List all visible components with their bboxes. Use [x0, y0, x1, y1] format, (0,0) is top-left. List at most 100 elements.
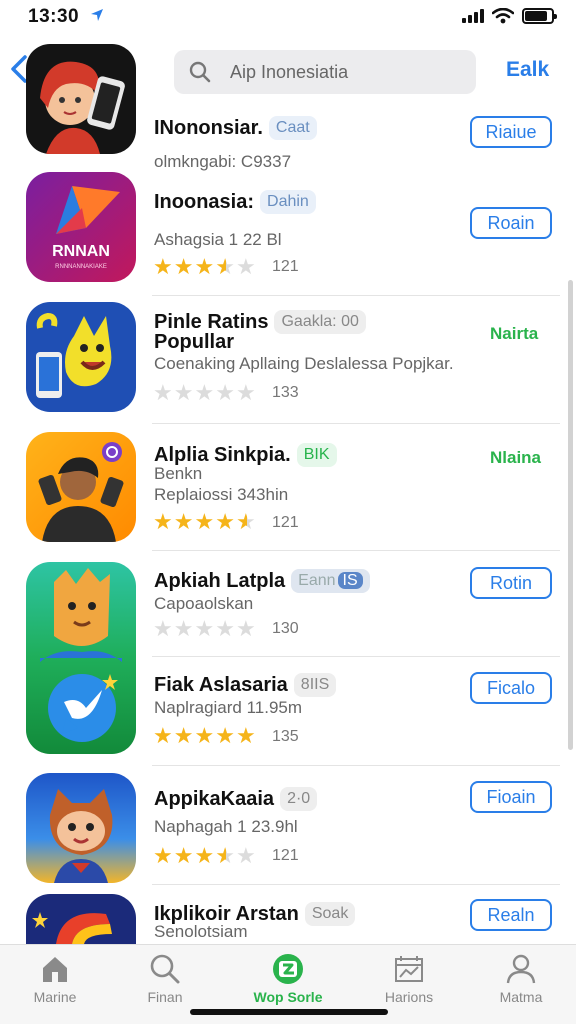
- person-icon: [506, 954, 536, 984]
- app-title: Fiak Aslasaria 8IIS: [154, 673, 337, 697]
- search-bar[interactable]: Aip Inonesiatia: [174, 50, 476, 94]
- search-icon: [150, 954, 180, 984]
- app-subtitle-2: Replaiossi 343hin: [154, 485, 289, 504]
- star-icon: ★: [194, 723, 215, 748]
- tab-label: Finan: [147, 989, 183, 1005]
- star-icon: ★: [153, 616, 173, 641]
- app-title-text: Pinle Ratins: [154, 311, 269, 333]
- icon-wordmark: RNNAN: [52, 243, 110, 260]
- star-icon: ★: [194, 509, 215, 534]
- app-icon: [26, 44, 136, 154]
- get-button[interactable]: Rotin: [470, 567, 552, 599]
- app-badge: Caat: [268, 116, 317, 140]
- app-subtitle: Benkn: [154, 464, 203, 483]
- rating-count: 121: [272, 847, 299, 864]
- star-rating: ★ ★ ★ ★ ★: [153, 618, 256, 640]
- star-rating: ★ ★ ★ ★ ★: [153, 845, 256, 867]
- star-rating: ★ ★ ★ ★ ★: [153, 382, 256, 404]
- icon-wordmark-sub: RNNNANNAKIAKE: [55, 264, 107, 270]
- tab-label: Harions: [384, 989, 434, 1005]
- star-icon: ★: [194, 616, 215, 641]
- app-badge: 2·0: [280, 787, 318, 811]
- app-icon: [26, 773, 136, 883]
- rating-count: 130: [272, 620, 299, 637]
- get-button[interactable]: Realn: [470, 899, 552, 931]
- star-icon: ★: [173, 723, 194, 748]
- wifi-icon: [492, 8, 514, 24]
- star-icon: ★: [215, 380, 235, 405]
- star-icon: ★: [235, 380, 256, 405]
- star-icon: ★: [215, 254, 235, 279]
- star-icon: ★: [215, 616, 235, 641]
- app-status-label: Nlaina: [490, 448, 542, 467]
- star-icon: ★: [235, 723, 256, 748]
- divider: [152, 295, 560, 296]
- star-icon: ★: [153, 380, 173, 405]
- star-icon: ★: [194, 843, 215, 868]
- tab-label: Wop Sorle: [253, 989, 323, 1005]
- search-input[interactable]: Aip Inonesiatia: [230, 62, 348, 83]
- app-icon: RNNAN RNNNANNAKIAKE: [26, 172, 136, 282]
- app-subtitle: olmkngabi: C9337: [154, 152, 292, 171]
- app-icon: [26, 432, 136, 542]
- star-icon: ★: [153, 509, 173, 534]
- star-rating: ★ ★ ★ ★ ★: [153, 256, 256, 278]
- app-badge-secondary: IS: [337, 572, 363, 589]
- scrollbar[interactable]: [568, 280, 573, 750]
- cellular-signal-icon: [462, 9, 484, 23]
- divider: [152, 884, 560, 885]
- app-subtitle: Naphagah 1 23.9hl: [154, 817, 298, 836]
- get-button[interactable]: Fioain: [470, 781, 552, 813]
- rating-count: 121: [272, 514, 299, 531]
- star-icon: ★: [235, 616, 256, 641]
- app-subtitle: Naplragiard 11.95m: [154, 698, 303, 717]
- rating-count: 133: [272, 384, 299, 401]
- app-title-line2: Popullar: [154, 331, 235, 353]
- star-icon: ★: [173, 509, 194, 534]
- app-badge: Dahin: [260, 190, 316, 214]
- app-badge: Eann IS: [291, 569, 370, 593]
- star-rating: ★ ★ ★ ★ ★: [153, 725, 256, 747]
- star-icon: ★: [235, 509, 256, 534]
- rating-count: 121: [272, 258, 299, 275]
- star-icon: ★: [153, 843, 173, 868]
- get-button[interactable]: Ficalo: [470, 672, 552, 704]
- app-title-text: Inoonasia:: [154, 191, 255, 213]
- star-rating: ★ ★ ★ ★ ★: [153, 511, 256, 533]
- home-indicator[interactable]: [190, 1009, 388, 1015]
- get-button[interactable]: Riaiue: [470, 116, 552, 148]
- chart-icon: [395, 956, 423, 982]
- tab-home[interactable]: Marine: [0, 945, 110, 1024]
- house-icon: [43, 957, 67, 982]
- tab-label: Marine: [33, 989, 77, 1005]
- star-icon: ★: [235, 843, 256, 868]
- app-badge: 8IIS: [293, 673, 337, 697]
- rating-count: 135: [272, 728, 299, 745]
- app-title-text: AppikaKaaia: [154, 788, 275, 810]
- status-bar: 13:30: [0, 0, 576, 36]
- get-button[interactable]: Roain: [470, 207, 552, 239]
- battery-icon: [522, 8, 557, 24]
- star-icon: ★: [173, 380, 194, 405]
- app-title: INononsiar. Caat: [154, 116, 317, 140]
- star-icon: ★: [215, 509, 235, 534]
- app-icon: [26, 302, 136, 412]
- search-icon: [189, 61, 211, 83]
- app-status-label: Nairta: [490, 324, 539, 343]
- app-title-text: Fiak Aslasaria: [154, 674, 288, 696]
- app-store-icon: [273, 954, 303, 984]
- star-icon: ★: [215, 843, 235, 868]
- star-icon: ★: [153, 254, 173, 279]
- app-subtitle: Ashagsia 1 22 Bl: [154, 230, 282, 249]
- app-title: Apkiah Latpla Eann IS: [154, 569, 370, 593]
- tab-profile[interactable]: Matma: [466, 945, 576, 1024]
- divider: [152, 423, 560, 424]
- app-subtitle: Coenaking Apllaing Deslalessa Popjkar.: [154, 354, 454, 373]
- divider: [152, 656, 560, 657]
- star-icon: ★: [235, 254, 256, 279]
- star-icon: ★: [173, 616, 194, 641]
- app-title-text: INononsiar.: [154, 117, 263, 139]
- app-title: AppikaKaaia 2·0: [154, 787, 318, 811]
- header-action-link[interactable]: Ealk: [506, 58, 549, 82]
- tab-label: Matma: [499, 989, 543, 1005]
